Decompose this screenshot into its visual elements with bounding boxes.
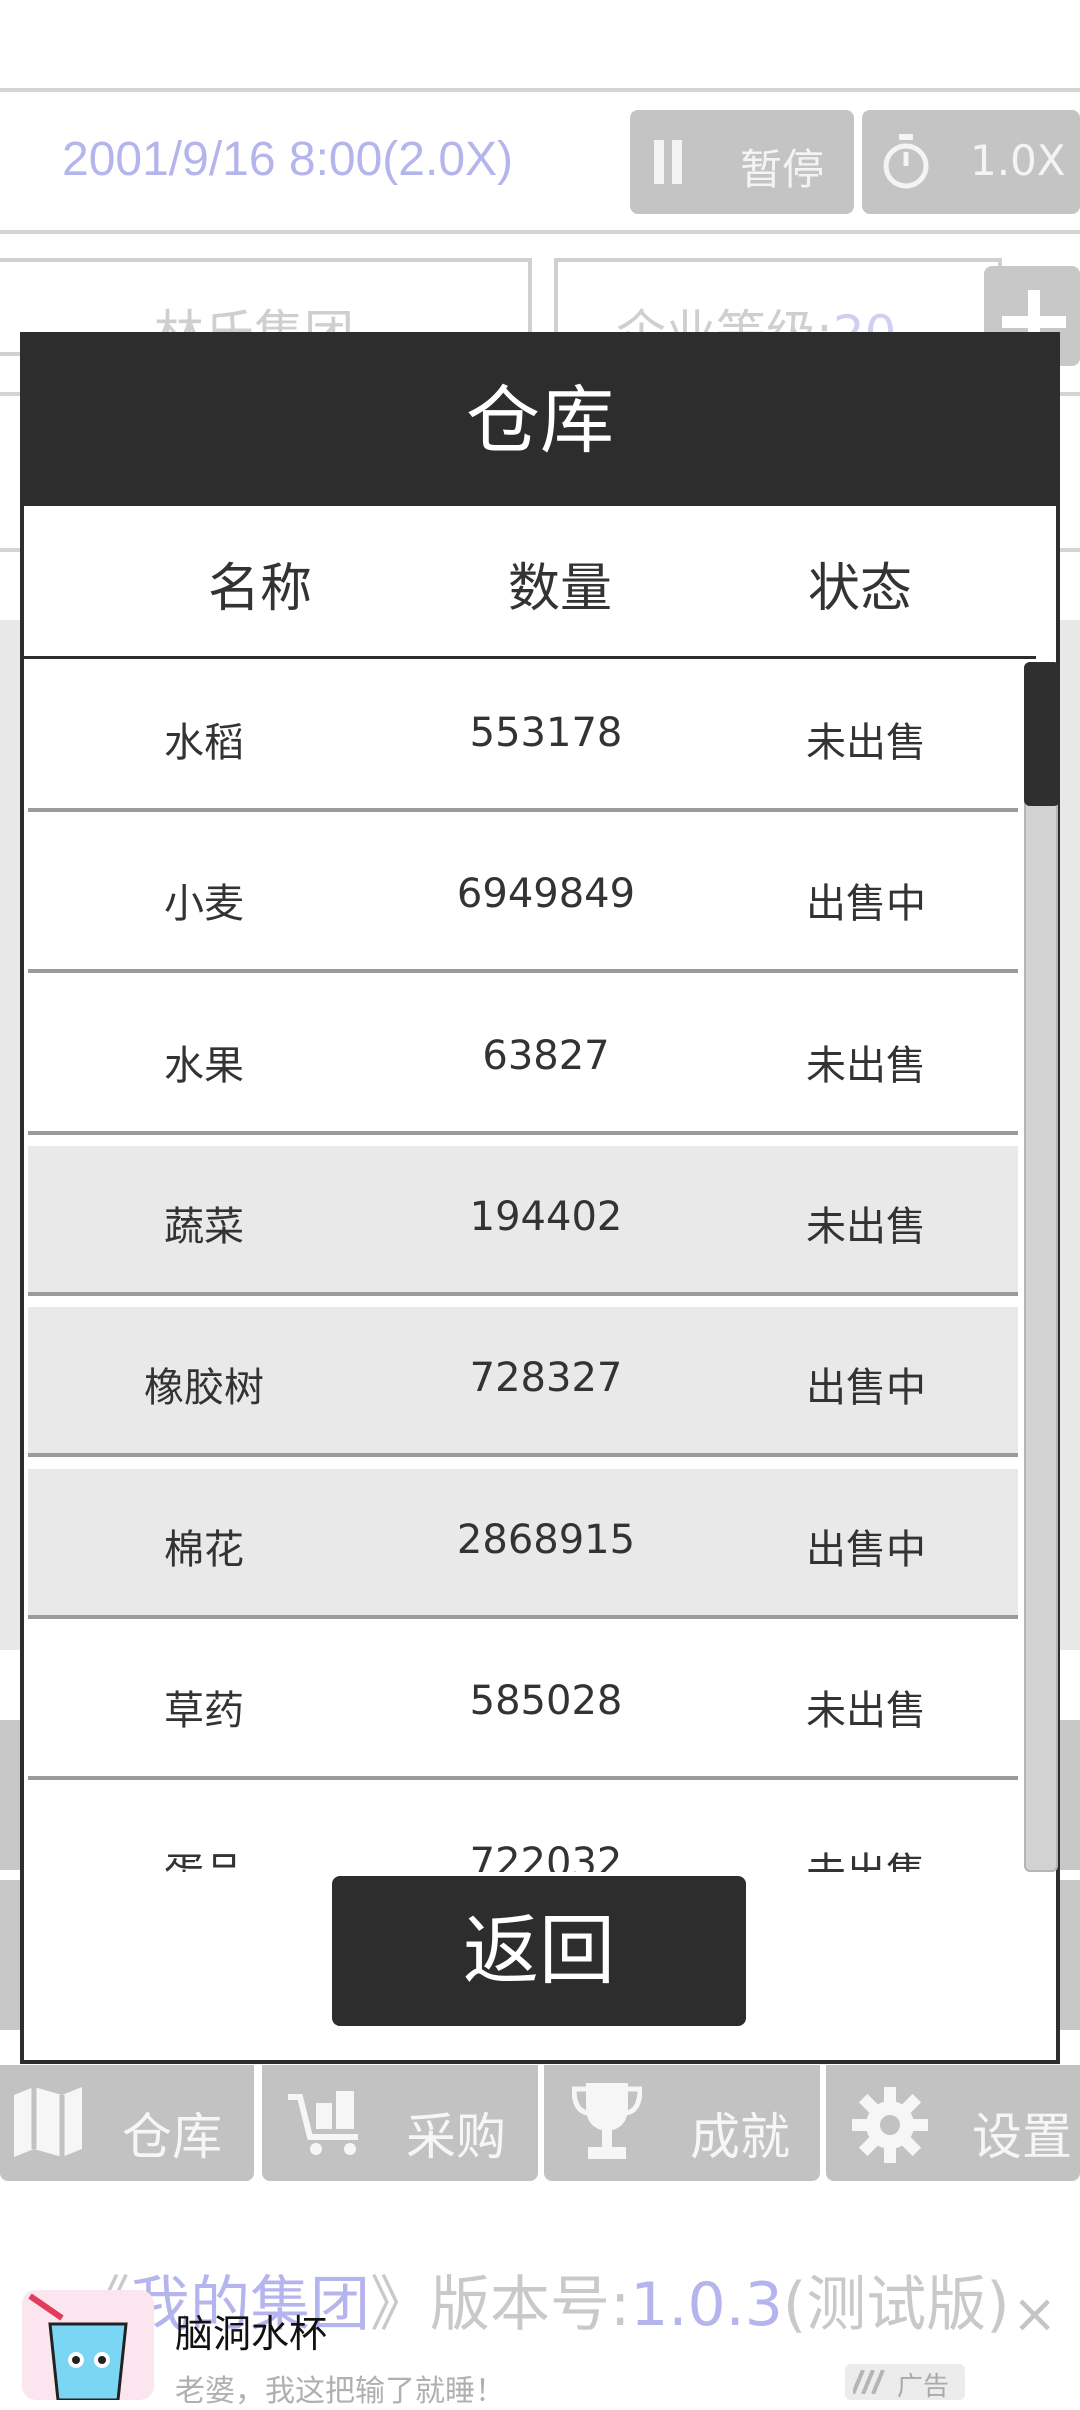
table-row[interactable]: 水稻 553178 未出售 — [28, 662, 1018, 812]
nav-settings-label: 设置 — [972, 2108, 1072, 2166]
ad-subtitle: 老婆，我这把输了就睡！ — [175, 2374, 505, 2409]
table-row[interactable]: 蔬菜 194402 未出售 — [28, 1146, 1018, 1296]
row-name: 草药 — [164, 1688, 244, 1734]
ad-tag-label: 广告 — [897, 2372, 950, 2402]
row-status: 出售中 — [806, 881, 926, 927]
bg-button-right-2 — [1058, 1880, 1080, 2030]
row-quantity: 194402 — [469, 1194, 623, 1240]
row-name: 水稻 — [164, 720, 244, 766]
nav-warehouse[interactable]: 仓库 — [0, 2065, 254, 2181]
row-status: 出售中 — [806, 1365, 926, 1411]
row-quantity: 722032 — [469, 1840, 623, 1872]
nav-settings[interactable]: 设置 — [826, 2065, 1080, 2181]
map-icon — [14, 2087, 82, 2157]
row-quantity: 585028 — [469, 1678, 623, 1724]
bg-button-left-1 — [0, 1720, 22, 1870]
row-name: 橡胶树 — [144, 1365, 264, 1411]
column-header-name: 名称 — [207, 559, 312, 619]
speed-label: 1.0X — [970, 136, 1066, 185]
row-status: 出售中 — [806, 1527, 926, 1573]
row-name: 水果 — [164, 1043, 244, 1089]
nav-purchase-label: 采购 — [406, 2108, 506, 2166]
table-row[interactable]: 小麦 6949849 出售中 — [28, 823, 1018, 973]
header-divider — [24, 656, 1036, 659]
gear-icon — [852, 2087, 928, 2163]
row-quantity: 63827 — [482, 1033, 610, 1079]
row-quantity: 2868915 — [456, 1517, 636, 1563]
nav-purchase[interactable]: 采购 — [262, 2065, 538, 2181]
table-row[interactable]: 水果 63827 未出售 — [28, 985, 1018, 1135]
table-row[interactable]: 草药 585028 未出售 — [28, 1630, 1018, 1780]
top-divider — [0, 88, 1080, 92]
row-name: 棉花 — [164, 1527, 244, 1573]
row-name: 蔬菜 — [164, 1204, 244, 1250]
nav-achievements-label: 成就 — [690, 2108, 790, 2166]
row-quantity: 728327 — [469, 1355, 623, 1401]
scrollbar-track[interactable] — [1024, 662, 1058, 1872]
row-quantity: 553178 — [469, 710, 623, 756]
table-row[interactable]: 棉花 2868915 出售中 — [28, 1469, 1018, 1619]
warehouse-list[interactable]: 水稻 553178 未出售 小麦 6949849 出售中 水果 63827 未出… — [28, 662, 1022, 1872]
column-header-quantity: 数量 — [507, 559, 612, 619]
ad-title: 脑洞水杯 — [175, 2312, 328, 2356]
speed-button[interactable]: 1.0X — [862, 110, 1080, 214]
ad-banner[interactable]: 脑洞水杯 老婆，我这把输了就睡！ 广告 — [0, 2290, 1080, 2409]
row-name: 小麦 — [164, 881, 244, 927]
row-quantity: 6949849 — [456, 871, 636, 917]
pause-button[interactable]: 暂停 — [630, 110, 854, 214]
pause-icon — [654, 140, 682, 184]
pause-label: 暂停 — [740, 145, 825, 194]
cart-icon — [288, 2091, 358, 2155]
dialog-title: 仓库 — [24, 336, 1056, 506]
column-header-status: 状态 — [807, 559, 912, 619]
ad-close-button[interactable]: × — [1012, 2282, 1057, 2345]
app-icon — [22, 2290, 154, 2400]
ad-stripes-icon — [853, 2370, 885, 2394]
bg-button-left-2 — [0, 1880, 22, 2030]
table-row[interactable]: 蛋品 722032 未出售 — [28, 1792, 1018, 1872]
row-status: 未出售 — [806, 720, 926, 766]
warehouse-dialog: 仓库 名称 数量 状态 水稻 553178 未出售 小麦 6949849 出售中… — [20, 332, 1060, 2064]
table-row[interactable]: 橡胶树 728327 出售中 — [28, 1307, 1018, 1457]
status-divider — [0, 230, 1080, 234]
row-status: 未出售 — [716, 1840, 1016, 1872]
ad-tag: 广告 — [845, 2364, 965, 2402]
bg-button-right-1 — [1058, 1720, 1080, 1870]
row-status: 未出售 — [806, 1688, 926, 1734]
nav-warehouse-label: 仓库 — [122, 2108, 222, 2166]
scrollbar-thumb[interactable] — [1024, 662, 1060, 806]
back-button[interactable]: 返回 — [332, 1876, 746, 2026]
trophy-icon — [572, 2083, 642, 2159]
nav-achievements[interactable]: 成就 — [544, 2065, 820, 2181]
row-status: 未出售 — [806, 1043, 926, 1089]
row-status: 未出售 — [806, 1204, 926, 1250]
game-datetime: 2001/9/16 8:00(2.0X) — [62, 133, 514, 186]
stopwatch-icon — [883, 134, 929, 189]
row-name: 蛋品 — [54, 1840, 354, 1872]
